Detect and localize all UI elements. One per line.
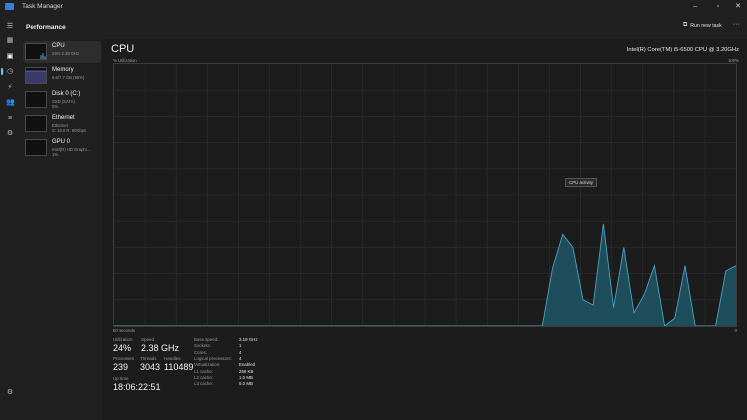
stat-value: 2.38 GHz [141, 343, 180, 353]
minimize-button[interactable]: – [688, 2, 702, 12]
sidebar-item-name: CPU [52, 43, 65, 49]
hamburger-menu-icon[interactable]: ☰ [6, 23, 14, 31]
title-bar: Task Manager – ▫ ✕ [0, 0, 747, 15]
cpu-panel: CPU Intel(R) Core(TM) i5-6500 CPU @ 3.20… [102, 39, 747, 420]
sidebar-item-memory[interactable]: Memory 5.6/7.7 GB (85%) [23, 65, 101, 87]
gpu-thumbnail [25, 139, 47, 156]
graph-zero-label: 0 [734, 328, 737, 333]
startup-apps-icon[interactable]: ⚡ [6, 84, 14, 92]
ethernet-thumbnail [25, 115, 47, 132]
window-title: Task Manager [22, 3, 63, 10]
performance-icon[interactable]: ▣ [6, 53, 14, 61]
handles-stat: Handles 110489 [164, 356, 193, 372]
sidebar-item-detail: Ethernet S: 16.0 R: 80Kbps [52, 123, 86, 133]
settings-icon[interactable]: ⚙ [6, 389, 14, 397]
run-task-icon: ⧉ [683, 22, 688, 28]
panel-title: CPU [111, 43, 135, 55]
memory-thumbnail [25, 67, 47, 84]
sidebar-item-name: Memory [52, 67, 74, 73]
close-button[interactable]: ✕ [731, 2, 745, 12]
threads-stat: Threads 3043 [140, 356, 160, 372]
stat-label: Processes [113, 356, 135, 361]
sidebar-item-detail: Intel(R) HD Graphi... 1% [52, 147, 91, 157]
stat-value: 18:06:22:51 [113, 382, 161, 392]
uptime-stat: Up time 18:06:22:51 [113, 376, 161, 392]
memory-thumbnail-graph [26, 70, 46, 83]
task-manager-icon [5, 3, 14, 10]
spec-value: 3.19 GHz [239, 337, 258, 342]
sidebar-item-detail: SSD (SATA) 0% [52, 99, 75, 109]
cpu-model: Intel(R) Core(TM) i5-6500 CPU @ 3.20GHz [626, 47, 739, 53]
cpu-thumbnail-graph [40, 52, 46, 59]
sidebar-item-detail: 5.6/7.7 GB (85%) [52, 75, 85, 80]
details-icon[interactable]: ≡ [6, 115, 14, 123]
cpu-activity-tooltip: CPU activity [565, 178, 597, 187]
stat-value: 110489 [164, 362, 194, 372]
spec-key: L3 cache: [194, 381, 214, 387]
navigation-rail: ☰ ▦ ▣ ◷ ⚡ 👥 ≡ ⚙ ⚙ [0, 15, 20, 420]
cpu-thumbnail [25, 43, 47, 60]
processes-icon[interactable]: ▦ [6, 37, 14, 45]
sidebar-item-gpu[interactable]: GPU 0 Intel(R) HD Graphi... 1% [23, 137, 101, 159]
performance-sidebar: CPU 24% 2.38 GHz Memory 5.6/7.7 GB (85%)… [20, 39, 102, 420]
stat-label: Threads [140, 356, 157, 361]
speed-stat: Speed 2.38 GHz [141, 337, 179, 353]
time-axis-label: 60 seconds [113, 328, 135, 333]
stat-label: Up time [113, 376, 129, 381]
cpu-graph-canvas [114, 64, 737, 327]
spec-value: 6.0 MB [239, 381, 253, 387]
sidebar-item-name: Ethernet [52, 115, 75, 121]
spec-row: L3 cache: 6.0 MB [194, 381, 258, 387]
more-options-button[interactable]: ··· [733, 21, 740, 28]
sidebar-item-detail: 24% 2.38 GHz [52, 51, 80, 56]
users-icon[interactable]: 👥 [6, 99, 15, 107]
stat-value: 3043 [140, 362, 161, 372]
sidebar-item-name: Disk 0 (C:) [52, 91, 81, 97]
cpu-utilization-graph[interactable] [113, 63, 737, 327]
sidebar-item-disk[interactable]: Disk 0 (C:) SSD (SATA) 0% [23, 89, 101, 111]
cpu-specs-table: Base speed: 3.19 GHz Sockets: 1 Cores: 4 Logic… [194, 337, 258, 388]
stat-label: Utilization [113, 337, 133, 342]
processes-stat: Processes 239 [113, 356, 134, 372]
page-header: Performance ⧉ Run new task ··· [0, 15, 747, 39]
stat-label: Handles [164, 356, 181, 361]
sidebar-item-ethernet[interactable]: Ethernet Ethernet S: 16.0 R: 80Kbps [23, 113, 101, 135]
run-new-task-label: Run new task [690, 22, 722, 29]
utilization-stat: Utilization 24% [113, 337, 133, 353]
app-history-icon[interactable]: ◷ [6, 68, 14, 76]
stat-value: 239 [113, 362, 129, 372]
disk-thumbnail [25, 91, 47, 108]
stat-value: 24% [113, 343, 132, 353]
stat-label: Speed [141, 337, 155, 342]
services-icon[interactable]: ⚙ [6, 130, 14, 138]
sidebar-item-name: GPU 0 [52, 139, 71, 145]
page-heading: Performance [26, 24, 66, 31]
run-new-task-button[interactable]: ⧉ Run new task [683, 22, 722, 29]
maximize-button[interactable]: ▫ [711, 2, 725, 12]
active-indicator [1, 68, 3, 75]
sidebar-item-cpu[interactable]: CPU 24% 2.38 GHz [23, 41, 101, 63]
